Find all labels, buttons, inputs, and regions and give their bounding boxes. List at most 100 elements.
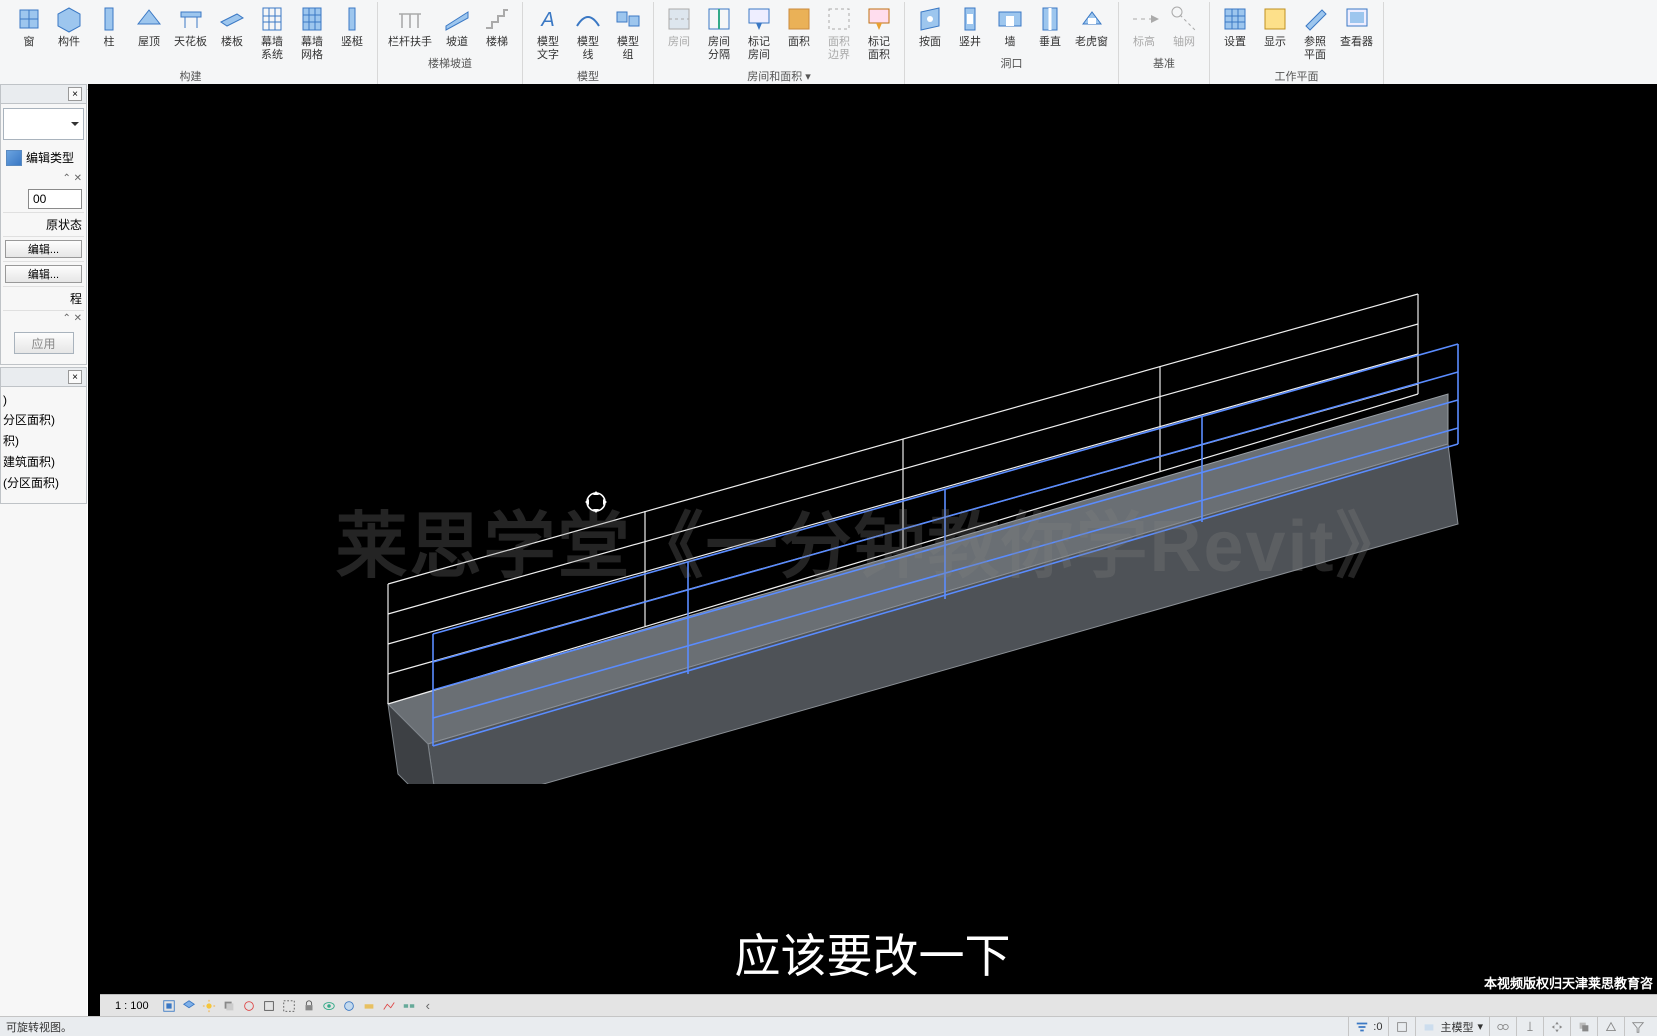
visual-style-icon[interactable] <box>180 997 198 1015</box>
temporary-hide-icon[interactable] <box>320 997 338 1015</box>
edit-button[interactable]: 编辑... <box>5 265 82 283</box>
mullion-button[interactable]: 竖梃 <box>333 2 371 64</box>
vertical-button[interactable]: 垂直 <box>1031 2 1069 51</box>
shaft-button[interactable]: 竖井 <box>951 2 989 51</box>
wall-opening-icon <box>995 4 1025 34</box>
filter-selection-icon[interactable] <box>1624 1017 1651 1036</box>
wall-opening-button[interactable]: 墙 <box>991 2 1029 51</box>
room-button: 房间 <box>660 2 698 64</box>
3d-viewport[interactable]: 莱思学堂《一分钟教你学Revit》 应该要改一下 本视频版权归天津莱思教育咨 <box>88 84 1657 1016</box>
face-selection-icon[interactable] <box>1597 1017 1624 1036</box>
area-button[interactable]: 面积 <box>780 2 818 64</box>
group-collapser[interactable]: ⌃ ✕ <box>3 311 84 326</box>
window-button[interactable]: 窗 <box>10 2 48 64</box>
room-separator-button[interactable]: 房间 分隔 <box>700 2 738 64</box>
select-pinned-icon[interactable] <box>1516 1017 1543 1036</box>
close-icon[interactable]: × <box>68 370 82 384</box>
ribbon-button-label: 栏杆扶手 <box>388 36 432 49</box>
model-group-button[interactable]: 模型 组 <box>609 2 647 64</box>
copyright-text: 本视频版权归天津莱思教育咨 <box>1484 973 1653 992</box>
selection-count[interactable]: :0 <box>1348 1017 1388 1036</box>
reveal-hidden-icon[interactable] <box>340 997 358 1015</box>
watermark-text: 莱思学堂《一分钟教你学Revit》 <box>335 487 1409 592</box>
grid-button: 轴网 <box>1165 2 1203 51</box>
by-face-button[interactable]: 按面 <box>911 2 949 51</box>
crop-view-icon[interactable] <box>260 997 278 1015</box>
analytical-model-icon[interactable] <box>380 997 398 1015</box>
ribbon-button-label: 老虎窗 <box>1075 36 1108 49</box>
ribbon-button-label: 面积 边界 <box>828 36 850 62</box>
room-icon <box>664 4 694 34</box>
ribbon-panel-title: 洞口 <box>911 51 1112 74</box>
browser-item[interactable]: 建筑面积) <box>3 451 84 472</box>
property-row: 程 <box>3 287 84 311</box>
curtain-system-button[interactable]: 幕墙 系统 <box>253 2 291 64</box>
ribbon-button-label: 垂直 <box>1039 36 1061 49</box>
viewer-button[interactable]: 查看器 <box>1336 2 1377 64</box>
browser-item[interactable]: 分区面积) <box>3 409 84 430</box>
ceiling-icon <box>176 4 206 34</box>
edit-type-button[interactable]: 编辑类型 <box>3 144 84 171</box>
stair-button[interactable]: 楼梯 <box>478 2 516 51</box>
ref-plane-button[interactable]: 参照 平面 <box>1296 2 1334 64</box>
editable-only-icon[interactable] <box>1388 1017 1415 1036</box>
select-underlay-icon[interactable] <box>1570 1017 1597 1036</box>
mullion-icon <box>337 4 367 34</box>
ribbon-button-label: 窗 <box>24 36 35 49</box>
group-collapser[interactable]: ⌃ ✕ <box>3 171 84 186</box>
roof-button[interactable]: 屋顶 <box>130 2 168 64</box>
drag-elements-icon[interactable] <box>1543 1017 1570 1036</box>
curtain-grid-button[interactable]: 幕墙 网格 <box>293 2 331 64</box>
model-line-button[interactable]: 模型 线 <box>569 2 607 64</box>
floor-button[interactable]: 楼板 <box>213 2 251 64</box>
ribbon-button-label: 轴网 <box>1173 36 1195 49</box>
lock-3d-icon[interactable] <box>300 997 318 1015</box>
detail-level-icon[interactable] <box>160 997 178 1015</box>
type-selector-dropdown[interactable] <box>3 108 84 140</box>
roof-icon <box>134 4 164 34</box>
window-icon <box>14 4 44 34</box>
tag-area-button[interactable]: 标记 面积 <box>860 2 898 64</box>
ribbon-button-label: 模型 组 <box>617 36 639 62</box>
constraints-icon[interactable] <box>400 997 418 1015</box>
close-icon[interactable]: × <box>68 87 82 101</box>
component-button[interactable]: 构件 <box>50 2 88 64</box>
ramp-icon <box>442 4 472 34</box>
sun-path-icon[interactable] <box>200 997 218 1015</box>
crop-region-visible-icon[interactable] <box>280 997 298 1015</box>
floor-icon <box>217 4 247 34</box>
set-button[interactable]: 设置 <box>1216 2 1254 64</box>
properties-panel: 编辑类型 ⌃ ✕ 原状态编辑... 编辑... 程 ⌃ ✕ 应用 <box>0 104 87 365</box>
chevron-down-icon: ▾ <box>1477 1020 1483 1033</box>
property-row: 编辑... <box>3 262 84 287</box>
orbit-cursor-icon <box>583 489 609 515</box>
railing-button[interactable]: 栏杆扶手 <box>384 2 436 51</box>
ramp-button[interactable]: 坡道 <box>438 2 476 51</box>
show-icon <box>1260 4 1290 34</box>
view-scale[interactable]: 1 : 100 <box>106 999 158 1013</box>
browser-item[interactable]: 积) <box>3 430 84 451</box>
chevron-left-icon[interactable]: ‹ <box>420 998 436 1013</box>
railing-icon <box>395 4 425 34</box>
worksharing-icon[interactable] <box>360 997 378 1015</box>
browser-item[interactable]: (分区面积) <box>3 472 84 493</box>
select-links-icon[interactable] <box>1489 1017 1516 1036</box>
video-subtitle: 应该要改一下 <box>735 920 1011 986</box>
property-value-input[interactable] <box>28 189 82 209</box>
property-value: 程 <box>70 290 82 307</box>
shadows-icon[interactable] <box>220 997 238 1015</box>
rendering-icon[interactable] <box>240 997 258 1015</box>
edit-button[interactable]: 编辑... <box>5 240 82 258</box>
tag-room-button[interactable]: 标记 房间 <box>740 2 778 64</box>
apply-button[interactable]: 应用 <box>14 332 74 354</box>
show-button[interactable]: 显示 <box>1256 2 1294 64</box>
dormer-button[interactable]: 老虎窗 <box>1071 2 1112 51</box>
ceiling-button[interactable]: 天花板 <box>170 2 211 64</box>
browser-item[interactable]: ) <box>3 391 84 409</box>
main-model-selector[interactable]: 主模型 ▾ <box>1415 1017 1489 1036</box>
ribbon-panel: 标高轴网基准 <box>1119 2 1210 89</box>
model-text-button[interactable]: A模型 文字 <box>529 2 567 64</box>
ribbon-button-label: 面积 <box>788 36 810 49</box>
property-value: 原状态 <box>46 216 82 233</box>
column-button[interactable]: 柱 <box>90 2 128 64</box>
